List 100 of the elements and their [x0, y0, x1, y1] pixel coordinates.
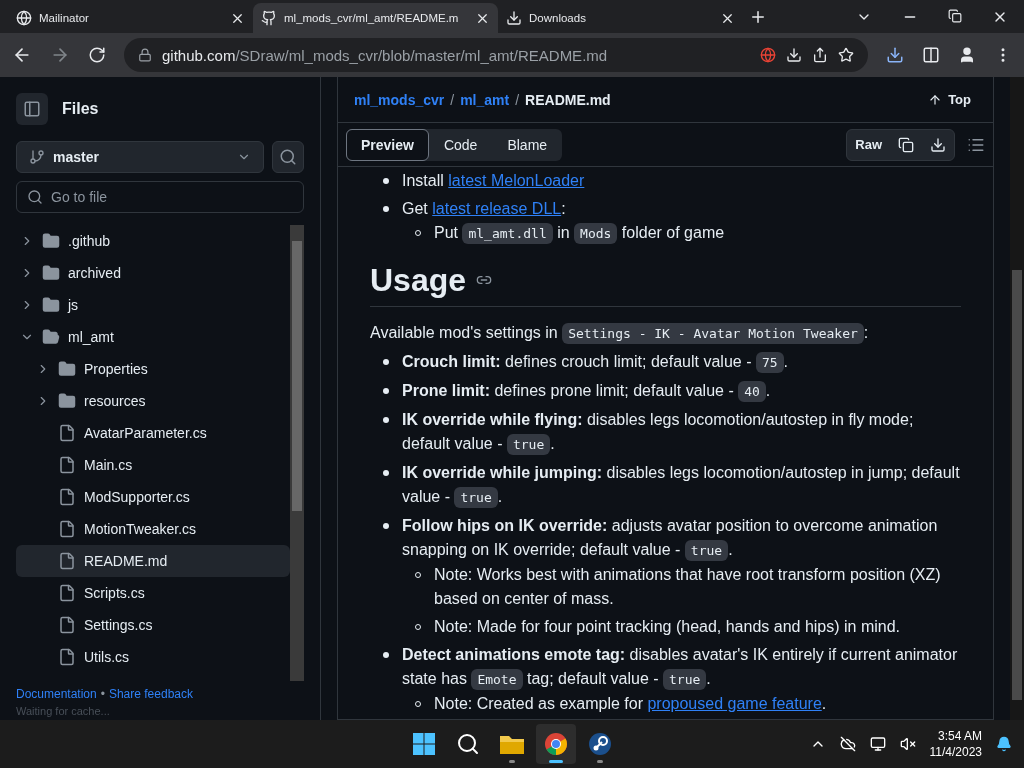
file-icon: [58, 584, 76, 602]
search-icon: [27, 189, 43, 205]
list-item-text: Put ml_amt.dll in Mods folder of game: [434, 221, 961, 246]
view-tab[interactable]: Blame: [492, 128, 563, 161]
monitor-icon[interactable]: [869, 736, 886, 752]
chrome-icon: [544, 732, 568, 756]
clock[interactable]: 3:54 AM 11/4/2023: [929, 728, 982, 760]
search-field[interactable]: Go to file: [16, 181, 304, 213]
inline-code: Settings - IK - Avatar Motion Tweaker: [562, 323, 864, 344]
folder-icon: [42, 232, 60, 250]
profile-icon[interactable]: [958, 46, 976, 64]
folder-icon: [58, 392, 76, 410]
path-separator: /: [450, 91, 455, 108]
download-icon[interactable]: [886, 46, 904, 64]
view-tab[interactable]: Preview: [346, 128, 429, 161]
list-item-text: Prone limit: defines prone limit; default value - 40 .: [402, 379, 961, 404]
bullet-icon: [383, 470, 389, 476]
folder-icon: [42, 328, 60, 346]
list-item-text: IK override while jumping: disables legs locomotion/autostep in jump; default value - true .: [402, 461, 961, 510]
globe-icon: [16, 10, 32, 26]
file-icon: [58, 424, 76, 442]
browser-tab[interactable]: Mailinator: [8, 3, 253, 33]
inline-code: true: [663, 669, 707, 690]
link[interactable]: propoused game feature: [647, 695, 822, 712]
file-icon: [58, 456, 76, 474]
file-tree-item[interactable]: resources: [16, 385, 290, 417]
collapse-panel-button[interactable]: [16, 93, 48, 125]
bullet-icon: [383, 178, 389, 184]
file-tree-item[interactable]: ml_amt: [16, 321, 290, 353]
restore-icon[interactable]: [948, 9, 962, 23]
current-file-name: README.md: [525, 91, 611, 108]
file-tree-item[interactable]: AvatarParameter.cs: [16, 417, 290, 449]
share-icon[interactable]: [812, 47, 828, 63]
search-icon: [279, 148, 297, 166]
breadcrumb-link[interactable]: ml_amt: [460, 91, 510, 108]
browser-tab[interactable]: Downloads: [498, 3, 743, 33]
list-item-text: Detect animations emote tag: disables avatar's IK entirely if current animator state has Emote tag; default value - true .: [402, 643, 961, 692]
file-tree-item[interactable]: MotionTweaker.cs: [16, 513, 290, 545]
branch-icon: [29, 149, 45, 165]
footer-link[interactable]: Documentation: [16, 687, 97, 701]
separator-dot: •: [100, 687, 105, 701]
url-text: github.com/SDraw/ml_mods_cvr/blob/master/ml_amt/README.md: [162, 46, 608, 64]
file-icon: [58, 552, 76, 570]
list-item-text: IK override while flying: disables legs locomotion/autostep in fly mode; default value - true .: [402, 408, 961, 457]
muted-speaker-icon[interactable]: [899, 736, 916, 752]
cloud-off-icon[interactable]: [839, 736, 856, 752]
link[interactable]: latest MelonLoader: [448, 172, 585, 189]
branch-selector[interactable]: master: [16, 141, 264, 173]
list-item-text: Follow hips on IK override: adjusts avatar position to overcome animation snapping on IK override; default value - true .: [402, 514, 961, 563]
file-tree-item[interactable]: ModSupporter.cs: [16, 481, 290, 513]
view-tab[interactable]: Code: [428, 128, 493, 161]
breadcrumb-link[interactable]: ml_mods_cvr: [354, 91, 445, 108]
link[interactable]: latest release DLL: [432, 200, 562, 217]
search-button[interactable]: [272, 141, 304, 173]
inline-code: true: [454, 487, 498, 508]
address-bar[interactable]: github.com/SDraw/ml_mods_cvr/blob/master/ml_amt/README.md: [124, 38, 868, 72]
side-panel-icon[interactable]: [922, 46, 940, 64]
bell-icon[interactable]: [996, 736, 1012, 752]
taskbar-app[interactable]: [536, 724, 576, 764]
browser-tab[interactable]: ml_mods_cvr/ml_amt/README.m: [253, 3, 498, 33]
file-tree-item[interactable]: .github: [16, 225, 290, 257]
file-tree-item[interactable]: Properties: [16, 353, 290, 385]
reload-icon[interactable]: [88, 46, 106, 64]
top-button[interactable]: Top: [922, 91, 977, 108]
status-text: Waiting for cache...: [16, 705, 111, 719]
inline-code: 75: [755, 352, 784, 373]
file-tree-item[interactable]: Settings.cs: [16, 609, 290, 641]
sidebar-title: Files: [62, 100, 99, 118]
file-icon: [58, 616, 76, 634]
scrollbar[interactable]: [290, 225, 304, 681]
steam-icon: [588, 732, 612, 756]
file-tree-item[interactable]: README.md: [16, 545, 290, 577]
list-item-text: Get latest release DLL:: [402, 199, 567, 219]
new-tab-icon[interactable]: [749, 8, 767, 26]
list-item-text: Note: Works best with animations that have root transform position (XZ) based on center of mass.: [434, 565, 942, 609]
download-icon: [930, 136, 946, 153]
file-tree-item[interactable]: Main.cs: [16, 449, 290, 481]
file-tree-item[interactable]: Scripts.cs: [16, 577, 290, 609]
search-icon: [456, 732, 480, 756]
inline-code: true: [506, 434, 551, 455]
lock-icon: [138, 48, 152, 62]
file-tree-item[interactable]: Utils.cs: [16, 641, 290, 673]
inline-code: Mods: [574, 223, 618, 244]
footer-link[interactable]: Share feedback: [108, 687, 193, 701]
github-logo-icon: [261, 10, 277, 26]
install-icon[interactable]: [786, 47, 802, 63]
file-icon: [58, 648, 76, 666]
paragraph: Available mod's settings in Settings - IK - Avatar Motion Tweaker :: [370, 321, 961, 346]
file-tree-item[interactable]: js: [16, 289, 290, 321]
search-input[interactable]: Go to file: [51, 184, 293, 210]
copy-icon: [898, 136, 914, 153]
panel-icon: [23, 100, 41, 118]
page-scrollbar[interactable]: [1010, 77, 1024, 720]
list-item-text: Note: Created as example for propoused game feature.: [434, 694, 828, 714]
list-item-text: Install latest MelonLoader: [402, 171, 586, 191]
bullet-icon: [383, 523, 389, 529]
file-icon: [58, 520, 76, 538]
file-tree-item[interactable]: archived: [16, 257, 290, 289]
star-icon[interactable]: [838, 47, 854, 63]
inline-code: Emote: [471, 669, 523, 690]
